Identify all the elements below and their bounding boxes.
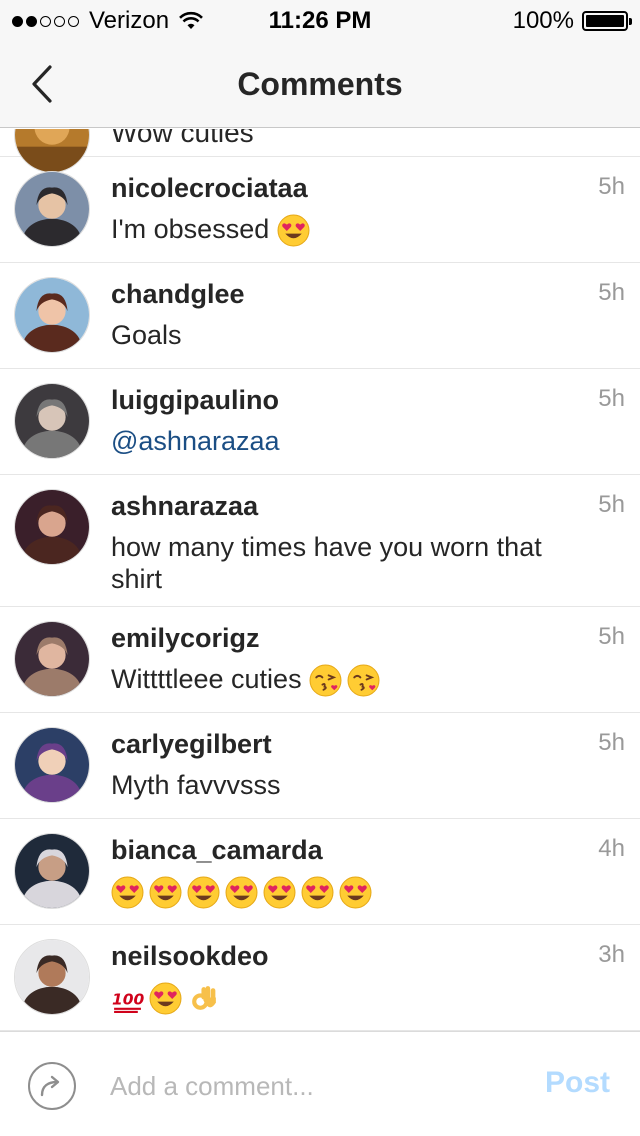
kiss-emoji-icon xyxy=(309,664,342,697)
avatar[interactable] xyxy=(14,489,90,565)
comment-timestamp: 5h xyxy=(598,279,625,306)
comment-body: Wittttleee cuties xyxy=(111,663,591,697)
comment-row-partial: Wow cuties xyxy=(0,129,640,173)
comment-username[interactable]: carlyegilbert xyxy=(111,729,272,760)
comment-username[interactable]: nicolecrociataa xyxy=(111,173,308,204)
heart-eyes-emoji-icon xyxy=(277,214,310,247)
battery-percent: 100% xyxy=(512,7,574,34)
comment-compose-bar: Post xyxy=(0,1031,640,1136)
share-arrow-icon xyxy=(40,1075,60,1097)
comment-body: how many times have you worn that shirt xyxy=(111,531,591,595)
avatar[interactable] xyxy=(14,939,90,1015)
comment-timestamp: 5h xyxy=(598,173,625,200)
comment-body[interactable]: @ashnarazaa xyxy=(111,425,591,457)
heart-eyes-emoji-icon xyxy=(225,876,258,909)
comment-text: Goals xyxy=(111,320,182,350)
heart-eyes-emoji-icon xyxy=(111,876,144,909)
avatar[interactable] xyxy=(14,621,90,697)
comment-text: @ashnarazaa xyxy=(111,426,280,456)
comment-body: Myth favvvsss xyxy=(111,769,591,801)
comment-timestamp: 3h xyxy=(598,941,625,968)
comment-text: Myth favvvsss xyxy=(111,770,281,800)
status-bar: Verizon 11:26 PM 100% xyxy=(0,0,640,40)
heart-eyes-emoji-icon xyxy=(263,876,296,909)
post-button[interactable]: Post xyxy=(545,1066,610,1100)
comment-row[interactable]: ashnarazaa 5h how many times have you worn… xyxy=(0,475,640,607)
ok-hand-emoji-icon xyxy=(187,982,220,1015)
comment-username[interactable]: emilycorigz xyxy=(111,623,260,654)
comment-row[interactable]: luiggipaulino 5h @ashnarazaa xyxy=(0,369,640,475)
comment-row[interactable]: neilsookdeo 3h 100 xyxy=(0,925,640,1031)
comment-input[interactable] xyxy=(110,1064,510,1108)
avatar[interactable] xyxy=(14,727,90,803)
comment-timestamp: 5h xyxy=(598,491,625,518)
svg-text:100: 100 xyxy=(112,991,144,1009)
comment-username[interactable]: luiggipaulino xyxy=(111,385,279,416)
comment-text: how many times have you worn that shirt xyxy=(111,532,542,594)
comment-row[interactable]: emilycorigz 5h Wittttleee cuties xyxy=(0,607,640,713)
avatar[interactable] xyxy=(14,833,90,909)
heart-eyes-emoji-icon xyxy=(187,876,220,909)
heart-eyes-emoji-icon xyxy=(149,876,182,909)
page-title: Comments xyxy=(237,66,403,102)
comment-row[interactable]: nicolecrociataa 5h I'm obsessed xyxy=(0,157,640,263)
comment-username[interactable]: ashnarazaa xyxy=(111,491,258,522)
comment-row[interactable]: bianca_camarda 4h xyxy=(0,819,640,925)
avatar[interactable] xyxy=(14,171,90,247)
navigation-bar: Comments xyxy=(0,40,640,128)
heart-eyes-emoji-icon xyxy=(339,876,372,909)
hundred-emoji-icon: 100 xyxy=(111,982,145,1015)
comment-username[interactable]: chandglee xyxy=(111,279,245,310)
comment-username[interactable]: bianca_camarda xyxy=(111,835,323,866)
avatar[interactable] xyxy=(14,277,90,353)
comments-list[interactable]: Wow cuties nicolecrociataa 5h I'm obsessed… xyxy=(0,129,640,1031)
kiss-emoji-icon xyxy=(347,664,380,697)
comment-text: Wow cuties xyxy=(111,129,254,148)
comment-timestamp: 5h xyxy=(598,729,625,756)
comment-text: I'm obsessed xyxy=(111,214,270,244)
comment-timestamp: 4h xyxy=(598,835,625,862)
comment-timestamp: 5h xyxy=(598,385,625,412)
comment-username[interactable]: neilsookdeo xyxy=(111,941,269,972)
share-button[interactable] xyxy=(28,1062,76,1110)
comment-timestamp: 5h xyxy=(598,623,625,650)
avatar[interactable] xyxy=(14,383,90,459)
comment-row[interactable]: carlyegilbert 5h Myth favvvsss xyxy=(0,713,640,819)
comment-text: Wittttleee cuties xyxy=(111,664,302,694)
comment-body: Goals xyxy=(111,319,591,351)
heart-eyes-emoji-icon xyxy=(149,982,182,1015)
comment-body xyxy=(111,875,591,909)
comment-row[interactable]: chandglee 5h Goals xyxy=(0,263,640,369)
battery-info: 100% xyxy=(512,7,632,35)
battery-icon xyxy=(582,11,632,31)
comment-body: I'm obsessed xyxy=(111,213,591,247)
heart-eyes-emoji-icon xyxy=(301,876,334,909)
comment-body: 100 xyxy=(111,981,591,1015)
